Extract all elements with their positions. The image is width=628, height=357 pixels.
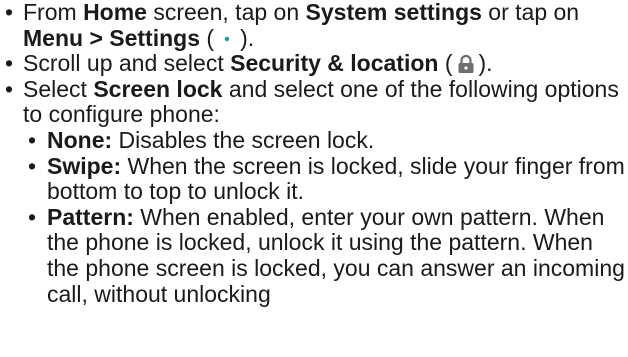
instruction-document: • From Home screen, tap on System settin… xyxy=(0,0,628,357)
step-open-settings: • From Home screen, tap on System settin… xyxy=(0,0,628,51)
step-text: Select xyxy=(23,75,94,102)
option-text: When the screen is locked, slide your fi… xyxy=(47,152,625,205)
step-text: screen, tap on xyxy=(146,0,306,25)
step-text: From xyxy=(23,0,84,25)
bullet: • xyxy=(5,50,14,77)
step-text: ). xyxy=(478,50,493,77)
bullet: • xyxy=(5,0,14,25)
option-label: Pattern: xyxy=(47,203,134,230)
bullet: • xyxy=(28,152,37,179)
option-none: • None: Disables the screen lock. xyxy=(0,126,628,154)
bullet: • xyxy=(28,203,37,230)
step-text: ( xyxy=(200,24,215,51)
gear-icon xyxy=(216,28,238,50)
screen-lock-term: Screen lock xyxy=(93,75,223,102)
option-label: None: xyxy=(47,126,113,153)
bullet: • xyxy=(5,75,14,102)
option-pattern: • Pattern: When enabled, enter your own … xyxy=(0,203,628,307)
lock-icon xyxy=(455,53,477,75)
bullet: • xyxy=(28,126,37,153)
home-term: Home xyxy=(83,0,147,25)
step-text: ). xyxy=(240,24,255,51)
step-screen-lock: • Select Screen lock and select one of t… xyxy=(0,75,628,128)
step-security-location: • Scroll up and select Security & locati… xyxy=(0,50,628,77)
security-location-term: Security & location xyxy=(230,50,439,77)
step-text: or tap on xyxy=(481,0,580,25)
step-text: Scroll up and select xyxy=(23,50,231,77)
option-text: Disables the screen lock. xyxy=(112,126,375,153)
option-label: Swipe: xyxy=(47,152,122,179)
option-text: When enabled, enter your own pattern. Wh… xyxy=(47,203,625,307)
menu-settings-term: Menu > Settings xyxy=(23,24,200,51)
system-settings-term: System settings xyxy=(305,0,482,25)
step-text: ( xyxy=(438,50,453,77)
option-swipe: • Swipe: When the screen is locked, slid… xyxy=(0,152,628,205)
